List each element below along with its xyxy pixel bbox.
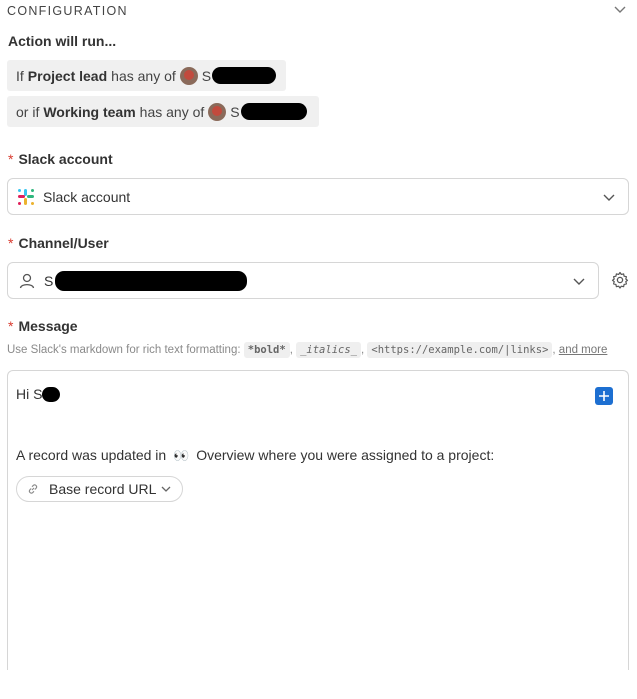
condition-prefix: or if: [16, 103, 40, 120]
plus-icon: [599, 391, 609, 401]
greeting-text: Hi S: [16, 386, 43, 402]
and-more-link[interactable]: and more: [559, 344, 608, 356]
hint-italics-code: _italics_: [296, 342, 361, 358]
user-icon: [19, 273, 35, 288]
condition-operator: has any of: [111, 67, 176, 84]
message-body-line: A record was updated in 👀 Overview where…: [16, 447, 495, 463]
avatar: [179, 66, 198, 85]
chevron-down-icon: [603, 194, 615, 201]
eyes-emoji: 👀: [173, 448, 190, 463]
condition-user-initial: S: [230, 103, 240, 120]
redacted-name: [212, 67, 276, 84]
slack-account-value: Slack account: [43, 188, 131, 205]
section-title: CONFIGURATION: [7, 4, 128, 18]
hint-link-code: <https://example.com/|links>: [367, 342, 553, 358]
hint-prefix: Use Slack's markdown for rich text forma…: [7, 344, 241, 356]
channel-user-label: * Channel/User: [8, 235, 109, 251]
redacted-channel: [55, 270, 248, 291]
condition-row-2[interactable]: or if Working team has any of S: [7, 96, 319, 127]
condition-row-1[interactable]: If Project lead has any of S: [7, 60, 286, 91]
required-mark: *: [8, 318, 14, 334]
required-mark: *: [8, 235, 14, 251]
greeting-line: Hi S: [16, 386, 61, 402]
base-record-url-chip[interactable]: Base record URL: [16, 476, 183, 502]
redacted-name: [42, 386, 61, 402]
message-label: * Message: [8, 318, 78, 334]
slack-account-label: * Slack account: [8, 151, 113, 167]
chevron-down-icon: [161, 486, 171, 492]
condition-operator: has any of: [139, 103, 205, 120]
redacted-name: [240, 103, 307, 120]
slack-logo-icon: [18, 188, 34, 205]
link-icon: [28, 484, 38, 494]
message-editor[interactable]: Hi S A record was updated in 👀 Overview …: [7, 370, 629, 670]
chevron-down-icon: [573, 278, 585, 285]
message-hint: Use Slack's markdown for rich text forma…: [7, 342, 608, 358]
action-title: Action will run...: [8, 33, 117, 49]
avatar: [208, 102, 227, 121]
chip-label: Base record URL: [49, 481, 157, 497]
condition-prefix: If: [16, 67, 24, 84]
insert-field-button[interactable]: [595, 387, 613, 405]
required-mark: *: [8, 151, 14, 167]
channel-user-select[interactable]: S: [7, 262, 599, 299]
gear-icon[interactable]: [611, 271, 629, 289]
slack-account-select[interactable]: Slack account: [7, 178, 629, 215]
condition-field: Working team: [43, 103, 136, 120]
condition-field: Project lead: [27, 67, 108, 84]
channel-value-initial: S: [44, 272, 54, 289]
condition-user-initial: S: [201, 67, 212, 84]
collapse-chevron-icon[interactable]: [612, 3, 628, 17]
hint-bold-code: *bold*: [243, 342, 290, 358]
